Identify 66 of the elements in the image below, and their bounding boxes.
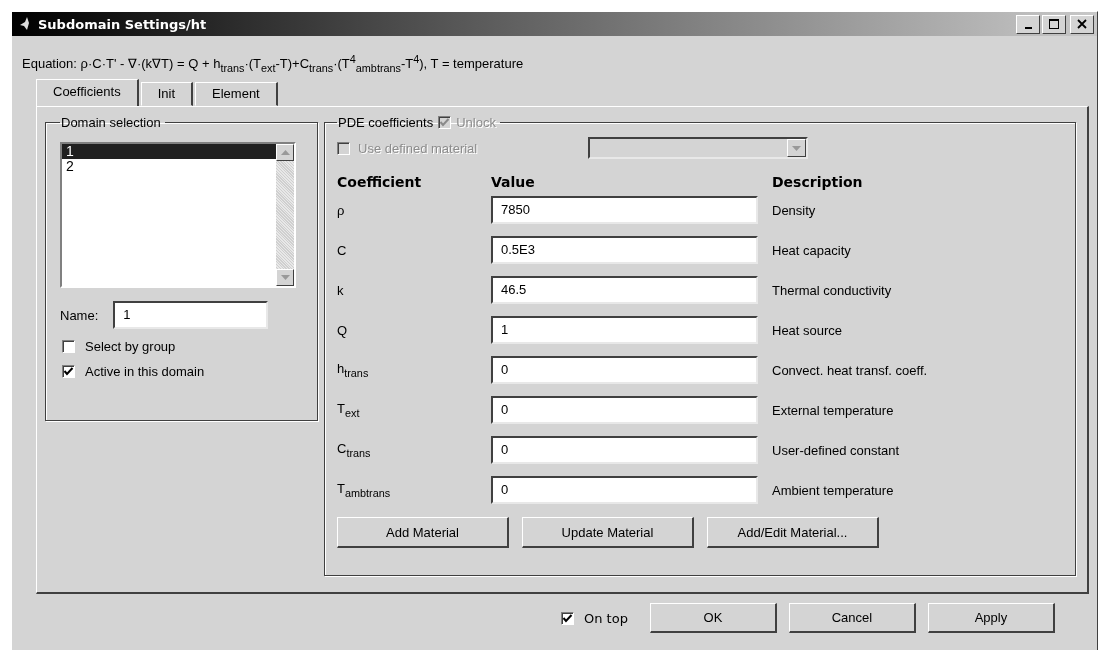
close-icon — [1077, 19, 1087, 29]
group-title: Domain selection — [61, 115, 161, 130]
column-header: Value — [491, 174, 536, 190]
checkbox[interactable] — [62, 340, 75, 353]
checkbox-label: Unlock — [456, 115, 496, 130]
checkbox[interactable] — [62, 365, 75, 378]
description-text: Convect. heat transf. coeff. — [772, 362, 929, 378]
description-text: User-defined constant — [772, 442, 901, 458]
down-arrow-icon — [280, 275, 290, 280]
name-field[interactable]: 1 — [113, 301, 269, 329]
minimize-button[interactable] — [1016, 14, 1040, 34]
value-field[interactable]: 0.5E3 — [491, 236, 758, 264]
value-field[interactable]: 0 — [491, 436, 758, 464]
caret-icon — [792, 145, 801, 151]
tab[interactable]: Init — [140, 82, 194, 106]
coefficient-symbol: C — [337, 242, 348, 258]
coefficient-symbol: ρ — [337, 202, 346, 218]
scroll-down-button[interactable] — [276, 269, 294, 286]
coefficient-symbol: h$_{trans}$ — [337, 361, 370, 379]
value-field[interactable]: 7850 — [491, 196, 758, 224]
tab[interactable]: Coefficients — [36, 79, 139, 106]
description-text: Density — [772, 202, 817, 218]
description-text: Heat source — [772, 322, 844, 338]
checkbox-label: On top — [584, 610, 628, 626]
material-button[interactable]: Add/Edit Material... — [707, 517, 879, 548]
coefficient-symbol: T$_{ambtrans}$ — [337, 481, 392, 499]
description-text: External temperature — [772, 402, 895, 418]
coefficient-symbol: C$_{trans}$ — [337, 441, 372, 459]
coefficient-symbol: Q — [337, 322, 349, 338]
window-title: Subdomain Settings/ht — [38, 16, 207, 32]
coefficient-symbol: k — [337, 282, 345, 298]
value-field[interactable]: 1 — [491, 316, 758, 344]
minimize-icon — [1024, 27, 1032, 29]
value-field[interactable]: 0 — [491, 476, 758, 504]
value-field[interactable]: 46.5 — [491, 276, 758, 304]
column-header: Description — [772, 174, 864, 190]
maximize-icon — [1049, 19, 1059, 29]
list-box[interactable]: 1 2 — [60, 142, 296, 288]
close-button[interactable] — [1070, 14, 1094, 34]
equation-text: Equation: ρ·C·T' - ∇·(k∇T) = Q + h$_{trans}$·(T$_{ext}$-T)+C$_{trans}$·(T$^{4}$$_{ambtrans}$-T$^{4}$), T = temperature — [21, 52, 525, 76]
name-label: Name: — [60, 307, 99, 323]
checkbox[interactable] — [561, 611, 574, 625]
dialog-button[interactable]: Cancel — [788, 603, 916, 633]
checkbox-label: Select by group — [85, 339, 176, 354]
scroll-bar[interactable] — [276, 144, 294, 286]
material-button[interactable]: Add Material — [337, 517, 509, 548]
scroll-up-button[interactable] — [276, 144, 294, 161]
checkbox-label: Use defined material — [358, 140, 479, 156]
description-text: Ambient temperature — [772, 482, 895, 498]
maximize-button[interactable] — [1042, 14, 1066, 34]
checkbox-label: Active in this domain — [85, 364, 205, 379]
tab[interactable]: Element — [195, 82, 278, 106]
description-text: Heat capacity — [772, 242, 852, 258]
column-header: Coefficient — [337, 174, 423, 190]
dialog-button[interactable]: OK — [649, 603, 777, 633]
list-item[interactable]: 1 — [62, 144, 276, 159]
value-field[interactable]: 0 — [491, 396, 758, 424]
coefficient-symbol: T$_{ext}$ — [337, 401, 361, 419]
material-button[interactable]: Update Material — [522, 517, 694, 548]
value-field[interactable]: 0 — [491, 356, 758, 384]
description-text: Thermal conductivity — [772, 282, 893, 298]
list-item[interactable]: 2 — [62, 159, 276, 174]
group-title: PDE coefficients — [338, 115, 434, 130]
material-dropdown[interactable] — [588, 137, 808, 159]
up-arrow-icon — [280, 150, 290, 155]
dialog-button[interactable]: Apply — [927, 603, 1055, 633]
